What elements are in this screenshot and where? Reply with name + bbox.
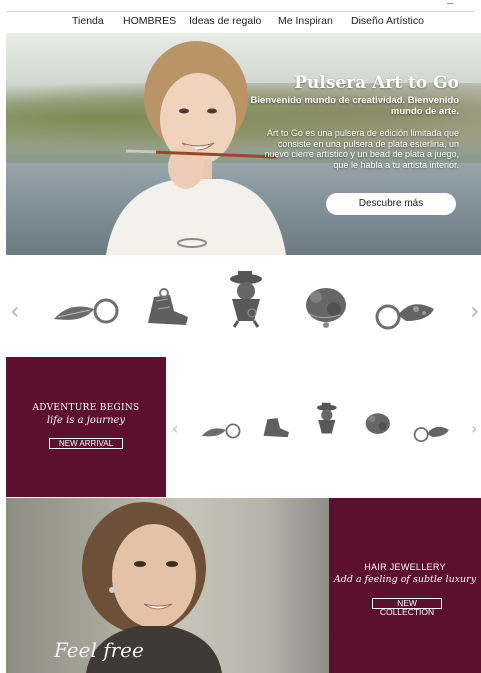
- mini-sculpted-bead-charm[interactable]: [362, 407, 396, 439]
- new-arrival-carousel: ‹ ›: [166, 357, 481, 497]
- main-menu: Tienda HOMBRES Ideas de regalo Me Inspir…: [0, 15, 481, 29]
- mini-carousel-next-arrow-icon[interactable]: ›: [471, 419, 477, 438]
- nav-item-tienda[interactable]: Tienda: [72, 15, 104, 27]
- new-arrival-button[interactable]: NEW ARRIVAL: [49, 438, 123, 449]
- figure-with-hat-charm[interactable]: [222, 269, 274, 329]
- carousel-prev-arrow-icon[interactable]: ‹: [10, 297, 20, 325]
- nav-item-diseno-artistico[interactable]: Diseño Artístico: [351, 15, 424, 27]
- mini-carousel-prev-arrow-icon[interactable]: ‹: [172, 419, 178, 438]
- feel-free-script-text: Feel free: [54, 638, 144, 662]
- hair-jewellery-banner[interactable]: HAIR JEWELLERY Add a feeling of subtle l…: [329, 498, 481, 673]
- sculpted-bead-charm[interactable]: [300, 279, 356, 329]
- hero-subtitle: Bienvenido mundo de creatividad. Bienven…: [250, 95, 459, 117]
- hero-description: Art to Go es una pulsera de edición limi…: [264, 128, 459, 170]
- mini-figure-with-hat-charm[interactable]: [312, 401, 344, 439]
- hair-jewellery-heading: HAIR JEWELLERY: [364, 562, 446, 572]
- leaf-clasp-charm[interactable]: [50, 291, 122, 331]
- discover-more-button[interactable]: Descubre más: [326, 193, 456, 215]
- boot-charm[interactable]: [140, 287, 192, 331]
- adventure-heading: ADVENTURE BEGINS: [32, 403, 140, 413]
- new-collection-button[interactable]: NEW COLLECTION: [372, 598, 442, 617]
- hero-title: Pulsera Art to Go: [294, 73, 459, 93]
- header-divider: [6, 11, 475, 12]
- mini-boot-charm[interactable]: [258, 413, 292, 441]
- nav-item-me-inspiran[interactable]: Me Inspiran: [278, 15, 333, 27]
- adventure-begins-banner[interactable]: ADVENTURE BEGINS life is a journey NEW A…: [6, 357, 166, 497]
- mini-palette-clasp-charm[interactable]: [410, 419, 454, 443]
- header-mark: [447, 3, 453, 4]
- nav-item-hombres[interactable]: HOMBRES: [123, 15, 176, 27]
- adventure-tagline: life is a journey: [46, 415, 126, 426]
- palette-clasp-charm[interactable]: [372, 291, 440, 331]
- hair-jewellery-tagline: Add a feeling of subtle luxury: [333, 574, 477, 585]
- top-navigation: Tienda HOMBRES Ideas de regalo Me Inspir…: [0, 0, 481, 33]
- carousel-next-arrow-icon[interactable]: ›: [470, 297, 480, 325]
- charm-carousel: ‹ ›: [0, 255, 481, 355]
- model-with-paintbrush-image: [106, 41, 286, 255]
- nav-item-ideas-de-regalo[interactable]: Ideas de regalo: [189, 15, 261, 27]
- hero-banner[interactable]: Pulsera Art to Go Bienvenido mundo de cr…: [6, 33, 481, 255]
- mini-leaf-clasp-charm[interactable]: [198, 419, 244, 443]
- feel-free-banner[interactable]: Feel free: [6, 498, 329, 673]
